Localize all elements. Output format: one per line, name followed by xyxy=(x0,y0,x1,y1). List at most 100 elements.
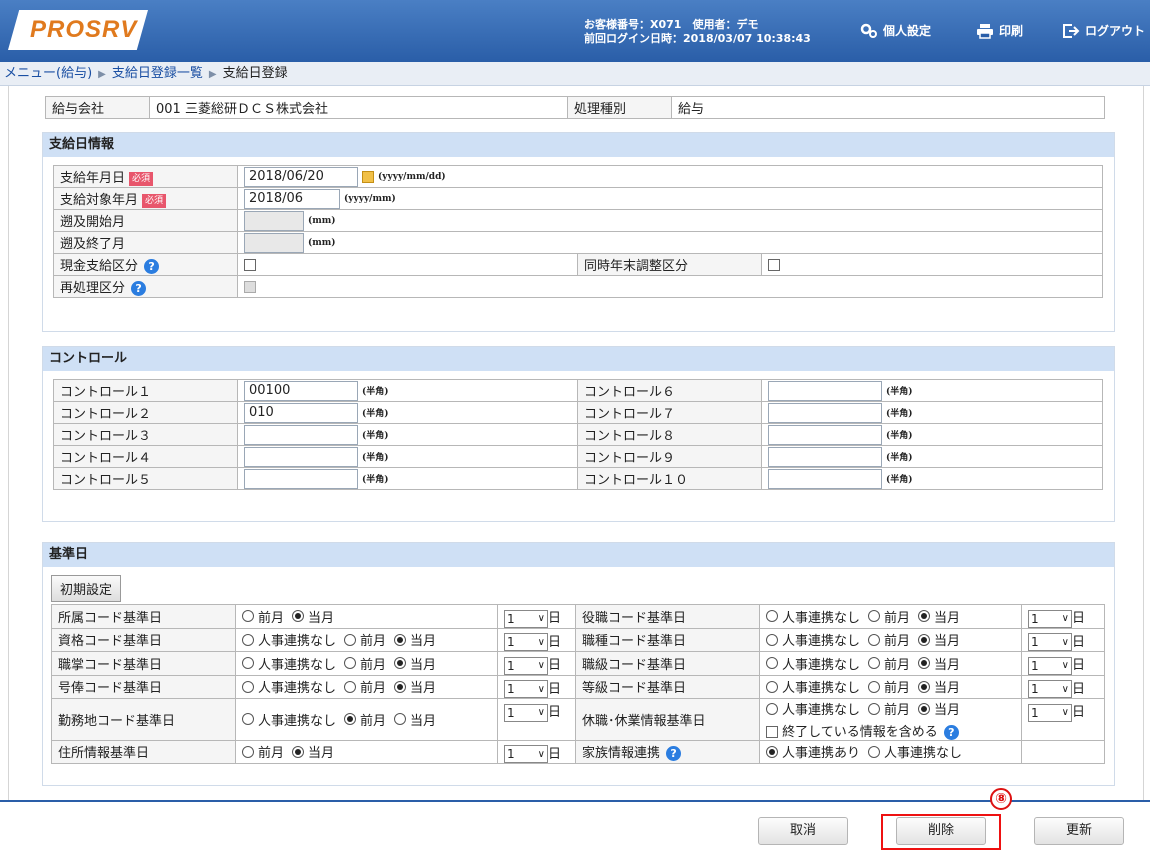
day-select[interactable]: 1 ∨ xyxy=(1028,609,1072,628)
chevron-down-icon: ∨ xyxy=(537,636,545,648)
control-input[interactable] xyxy=(768,424,882,445)
radio-label: 前月 xyxy=(258,746,285,761)
radio-option[interactable]: 前月 xyxy=(344,654,386,673)
step-marker: ⑧ xyxy=(990,788,1012,810)
cash-checkbox[interactable] xyxy=(244,258,256,271)
update-button[interactable]: 更新 xyxy=(1034,817,1124,845)
radio-option[interactable]: 前月 xyxy=(242,742,284,761)
logout-button[interactable]: ログアウト xyxy=(1062,22,1145,39)
hankaku-note: (半角) xyxy=(362,475,389,485)
help-icon[interactable]: ? xyxy=(666,746,682,762)
radio-option[interactable]: 当月 xyxy=(292,607,334,626)
radio-option[interactable]: 人事連携なし xyxy=(766,607,860,626)
radio-option[interactable]: 人事連携なし xyxy=(242,677,336,696)
control-table: コントロール１ 00100 (半角) コントロール６ (半角) コントロール２ 010 (半角… xyxy=(53,379,1103,490)
control-label: コントロール２ xyxy=(53,401,238,424)
radio-option[interactable]: 当月 xyxy=(918,607,960,626)
radio-option[interactable]: 人事連携なし xyxy=(242,654,336,673)
day-select[interactable]: 1 ∨ xyxy=(1028,633,1072,651)
hankaku-note: (半角) xyxy=(362,387,389,397)
day-select[interactable]: 1 ∨ xyxy=(504,609,548,628)
radio-option[interactable]: 当月 xyxy=(918,654,960,673)
target-month-input[interactable]: 2018/06 xyxy=(244,188,340,209)
radio-option[interactable]: 前月 xyxy=(868,630,910,649)
radio-option[interactable]: 当月 xyxy=(918,677,960,696)
control-input[interactable]: 010 xyxy=(244,402,358,423)
control-label: コントロール８ xyxy=(577,423,762,446)
radio-option[interactable]: 当月 xyxy=(292,742,334,761)
help-icon[interactable]: ? xyxy=(131,281,147,296)
help-icon[interactable]: ? xyxy=(943,724,959,740)
radio-option[interactable]: 前月 xyxy=(344,677,386,696)
radio-option[interactable]: 当月 xyxy=(394,630,436,649)
delete-button[interactable]: 削除 xyxy=(896,817,986,845)
control-input[interactable]: 00100 xyxy=(244,380,358,401)
radio-option[interactable]: 人事連携なし xyxy=(766,677,860,696)
radio-option[interactable]: 当月 xyxy=(394,710,436,729)
control-input[interactable] xyxy=(768,380,882,401)
radio-icon xyxy=(918,633,931,646)
radio-label: 前月 xyxy=(884,681,911,696)
day-select[interactable]: 1 ∨ xyxy=(504,745,548,763)
personal-settings-button[interactable]: 個人設定 xyxy=(860,22,931,39)
radio-option[interactable]: 人事連携なし xyxy=(766,630,860,649)
radio-icon xyxy=(394,633,407,646)
radio-option[interactable]: 前月 xyxy=(344,630,386,649)
day-select[interactable]: 1 ∨ xyxy=(504,633,548,651)
company-label: 給与会社 xyxy=(45,96,150,119)
radio-option[interactable]: 当月 xyxy=(394,677,436,696)
control-input[interactable] xyxy=(768,468,882,489)
radio-option[interactable]: 人事連携なし xyxy=(766,654,860,673)
radio-option[interactable]: 人事連携あり xyxy=(766,742,860,761)
day-unit: 日 xyxy=(548,705,562,720)
control-label: コントロール６ xyxy=(577,379,762,402)
control-input[interactable] xyxy=(244,446,358,467)
radio-option[interactable]: 前月 xyxy=(242,607,284,626)
radio-option[interactable]: 前月 xyxy=(868,677,910,696)
day-select[interactable]: 1 ∨ xyxy=(1028,703,1072,722)
radio-option[interactable]: 前月 xyxy=(868,607,910,626)
day-select[interactable]: 1 ∨ xyxy=(504,656,548,675)
cancel-button[interactable]: 取消 xyxy=(758,817,848,845)
day-select[interactable]: 1 ∨ xyxy=(504,680,548,698)
day-select[interactable]: 1 ∨ xyxy=(1028,656,1072,675)
payday-table: 支給年月日 必須 2018/06/20 (yyyy/mm/dd) 支給対象年月 必須 … xyxy=(53,165,1103,298)
pay-date-input[interactable]: 2018/06/20 xyxy=(244,166,358,187)
day-select-value: 1 xyxy=(507,611,515,626)
radio-icon xyxy=(292,610,305,622)
day-select[interactable]: 1 ∨ xyxy=(1028,680,1072,698)
chevron-down-icon: ∨ xyxy=(537,683,545,695)
radio-option[interactable]: 人事連携なし xyxy=(242,630,336,649)
breadcrumb-menu-link[interactable]: メニュー(給与) xyxy=(4,66,92,81)
radio-icon xyxy=(766,702,778,715)
day-unit: 日 xyxy=(548,634,562,650)
calendar-icon[interactable] xyxy=(362,170,374,183)
radio-option[interactable]: 当月 xyxy=(394,654,436,673)
day-select-value: 1 xyxy=(507,705,515,720)
day-select[interactable]: 1 ∨ xyxy=(504,703,548,722)
control-input[interactable] xyxy=(768,402,882,423)
radio-option[interactable]: 人事連携なし xyxy=(242,710,336,729)
radio-option[interactable]: 前月 xyxy=(344,710,386,729)
control-input[interactable] xyxy=(244,468,358,489)
radio-option[interactable]: 前月 xyxy=(868,699,910,718)
yearend-checkbox[interactable] xyxy=(768,258,780,271)
radio-option[interactable]: 人事連携なし xyxy=(868,742,962,761)
breadcrumb-list-link[interactable]: 支給日登録一覧 xyxy=(112,66,203,81)
control-input[interactable] xyxy=(244,424,358,445)
radio-option[interactable]: 当月 xyxy=(918,699,960,718)
help-icon[interactable]: ? xyxy=(144,259,160,274)
radio-icon xyxy=(394,657,407,669)
print-button[interactable]: 印刷 xyxy=(976,22,1023,39)
initial-settings-button[interactable]: 初期設定 xyxy=(51,575,122,602)
control-input[interactable] xyxy=(768,446,882,467)
payday-section: 支給日情報 支給年月日 必須 2018/06/20 (yyyy/mm/dd) 支給対… xyxy=(42,132,1115,332)
print-label: 印刷 xyxy=(999,24,1024,38)
radio-option[interactable]: 当月 xyxy=(918,630,960,649)
include-ended-checkbox[interactable] xyxy=(766,726,778,738)
radio-icon xyxy=(344,680,357,693)
retro-end-input xyxy=(244,232,304,253)
day-select-value: 1 xyxy=(507,747,515,761)
radio-option[interactable]: 人事連携なし xyxy=(766,699,860,718)
radio-option[interactable]: 前月 xyxy=(868,654,910,673)
